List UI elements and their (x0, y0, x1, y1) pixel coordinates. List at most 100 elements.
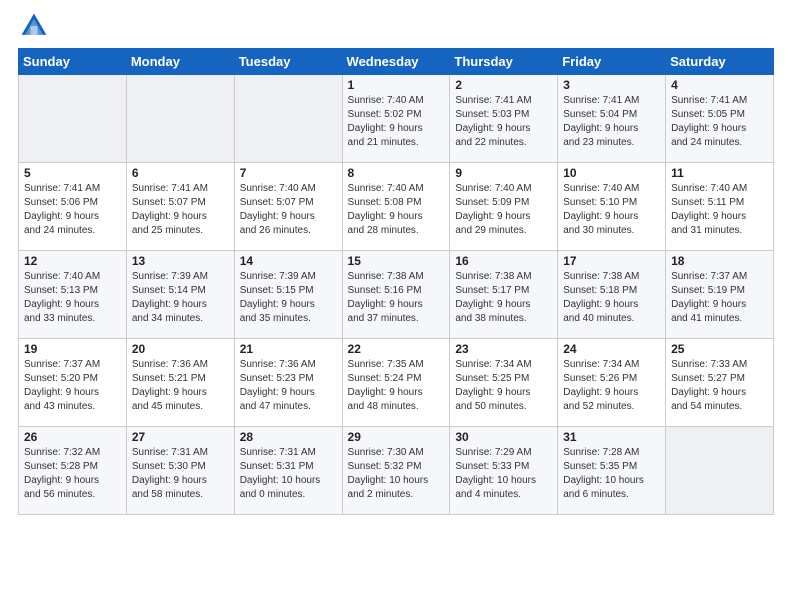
calendar-cell: 1Sunrise: 7:40 AM Sunset: 5:02 PM Daylig… (342, 75, 450, 163)
day-info: Sunrise: 7:39 AM Sunset: 5:14 PM Dayligh… (132, 270, 229, 326)
day-number: 13 (132, 254, 229, 268)
calendar-cell: 12 Sunrise: 7:40 AM Sunset: 5:13 PM Dayli… (19, 251, 127, 339)
weekday-header-wednesday: Wednesday (342, 49, 450, 75)
calendar-cell: 15 Sunrise: 7:38 AM Sunset: 5:16 PM Dayli… (342, 251, 450, 339)
calendar-table: SundayMondayTuesdayWednesdayThursdayFrid… (18, 48, 774, 515)
calendar-cell: 20 Sunrise: 7:36 AM Sunset: 5:21 PM Dayli… (126, 339, 234, 427)
day-number: 20 (132, 342, 229, 356)
day-info: Sunrise: 7:38 AM Sunset: 5:17 PM Dayligh… (455, 270, 552, 326)
weekday-header-tuesday: Tuesday (234, 49, 342, 75)
calendar-cell: 28 Sunrise: 7:31 AM Sunset: 5:31 PM Dayli… (234, 427, 342, 515)
day-number: 1 (348, 78, 445, 92)
calendar-cell: 2 Sunrise: 7:41 AM Sunset: 5:03 PM Daylig… (450, 75, 558, 163)
calendar-cell: 18 Sunrise: 7:37 AM Sunset: 5:19 PM Dayli… (666, 251, 774, 339)
day-info: Sunrise: 7:41 AM Sunset: 5:06 PM Dayligh… (24, 182, 121, 238)
calendar-cell (666, 427, 774, 515)
day-info: Sunrise: 7:41 AM Sunset: 5:07 PM Dayligh… (132, 182, 229, 238)
calendar-cell: 31Sunrise: 7:28 AM Sunset: 5:35 PM Dayli… (558, 427, 666, 515)
day-number: 18 (671, 254, 768, 268)
day-number: 3 (563, 78, 660, 92)
calendar-cell: 21 Sunrise: 7:36 AM Sunset: 5:23 PM Dayli… (234, 339, 342, 427)
day-number: 9 (455, 166, 552, 180)
day-info: Sunrise: 7:38 AM Sunset: 5:18 PM Dayligh… (563, 270, 660, 326)
day-number: 2 (455, 78, 552, 92)
weekday-header-saturday: Saturday (666, 49, 774, 75)
day-number: 6 (132, 166, 229, 180)
day-number: 25 (671, 342, 768, 356)
day-info: Sunrise: 7:29 AM Sunset: 5:33 PM Dayligh… (455, 446, 552, 502)
day-number: 7 (240, 166, 337, 180)
day-number: 26 (24, 430, 121, 444)
calendar-cell (234, 75, 342, 163)
day-info: Sunrise: 7:40 AM Sunset: 5:13 PM Dayligh… (24, 270, 121, 326)
calendar-cell: 27 Sunrise: 7:31 AM Sunset: 5:30 PM Dayli… (126, 427, 234, 515)
day-info: Sunrise: 7:39 AM Sunset: 5:15 PM Dayligh… (240, 270, 337, 326)
day-number: 30 (455, 430, 552, 444)
day-info: Sunrise: 7:35 AM Sunset: 5:24 PM Dayligh… (348, 358, 445, 414)
day-number: 19 (24, 342, 121, 356)
day-number: 21 (240, 342, 337, 356)
calendar-cell: 30 Sunrise: 7:29 AM Sunset: 5:33 PM Dayli… (450, 427, 558, 515)
calendar-week-1: 1Sunrise: 7:40 AM Sunset: 5:02 PM Daylig… (19, 75, 774, 163)
day-number: 12 (24, 254, 121, 268)
logo (18, 10, 54, 42)
calendar-cell: 11 Sunrise: 7:40 AM Sunset: 5:11 PM Dayli… (666, 163, 774, 251)
day-number: 14 (240, 254, 337, 268)
weekday-header-friday: Friday (558, 49, 666, 75)
calendar-cell: 23Sunrise: 7:34 AM Sunset: 5:25 PM Dayli… (450, 339, 558, 427)
day-number: 23 (455, 342, 552, 356)
calendar-cell: 17 Sunrise: 7:38 AM Sunset: 5:18 PM Dayli… (558, 251, 666, 339)
day-info: Sunrise: 7:41 AM Sunset: 5:04 PM Dayligh… (563, 94, 660, 150)
day-info: Sunrise: 7:37 AM Sunset: 5:20 PM Dayligh… (24, 358, 121, 414)
calendar-header: SundayMondayTuesdayWednesdayThursdayFrid… (19, 49, 774, 75)
calendar-cell: 6 Sunrise: 7:41 AM Sunset: 5:07 PM Daylig… (126, 163, 234, 251)
day-info: Sunrise: 7:40 AM Sunset: 5:11 PM Dayligh… (671, 182, 768, 238)
day-info: Sunrise: 7:34 AM Sunset: 5:26 PM Dayligh… (563, 358, 660, 414)
day-number: 17 (563, 254, 660, 268)
calendar-body: 1Sunrise: 7:40 AM Sunset: 5:02 PM Daylig… (19, 75, 774, 515)
calendar-cell (19, 75, 127, 163)
day-info: Sunrise: 7:41 AM Sunset: 5:03 PM Dayligh… (455, 94, 552, 150)
day-info: Sunrise: 7:36 AM Sunset: 5:23 PM Dayligh… (240, 358, 337, 414)
day-number: 11 (671, 166, 768, 180)
day-number: 28 (240, 430, 337, 444)
day-info: Sunrise: 7:40 AM Sunset: 5:08 PM Dayligh… (348, 182, 445, 238)
calendar-cell: 16Sunrise: 7:38 AM Sunset: 5:17 PM Dayli… (450, 251, 558, 339)
day-number: 27 (132, 430, 229, 444)
weekday-header-sunday: Sunday (19, 49, 127, 75)
calendar-cell (126, 75, 234, 163)
day-info: Sunrise: 7:32 AM Sunset: 5:28 PM Dayligh… (24, 446, 121, 502)
calendar-cell: 7 Sunrise: 7:40 AM Sunset: 5:07 PM Daylig… (234, 163, 342, 251)
day-info: Sunrise: 7:40 AM Sunset: 5:07 PM Dayligh… (240, 182, 337, 238)
day-info: Sunrise: 7:40 AM Sunset: 5:10 PM Dayligh… (563, 182, 660, 238)
day-info: Sunrise: 7:31 AM Sunset: 5:31 PM Dayligh… (240, 446, 337, 502)
weekday-header-thursday: Thursday (450, 49, 558, 75)
calendar-cell: 9Sunrise: 7:40 AM Sunset: 5:09 PM Daylig… (450, 163, 558, 251)
page: SundayMondayTuesdayWednesdayThursdayFrid… (0, 0, 792, 525)
header (18, 10, 774, 42)
weekday-row: SundayMondayTuesdayWednesdayThursdayFrid… (19, 49, 774, 75)
day-number: 4 (671, 78, 768, 92)
day-number: 22 (348, 342, 445, 356)
day-info: Sunrise: 7:37 AM Sunset: 5:19 PM Dayligh… (671, 270, 768, 326)
day-number: 8 (348, 166, 445, 180)
logo-icon (18, 10, 50, 42)
day-info: Sunrise: 7:31 AM Sunset: 5:30 PM Dayligh… (132, 446, 229, 502)
day-number: 29 (348, 430, 445, 444)
day-number: 5 (24, 166, 121, 180)
calendar-cell: 29 Sunrise: 7:30 AM Sunset: 5:32 PM Dayli… (342, 427, 450, 515)
calendar-cell: 4 Sunrise: 7:41 AM Sunset: 5:05 PM Daylig… (666, 75, 774, 163)
day-info: Sunrise: 7:33 AM Sunset: 5:27 PM Dayligh… (671, 358, 768, 414)
calendar-week-2: 5 Sunrise: 7:41 AM Sunset: 5:06 PM Daylig… (19, 163, 774, 251)
calendar-cell: 26 Sunrise: 7:32 AM Sunset: 5:28 PM Dayli… (19, 427, 127, 515)
weekday-header-monday: Monday (126, 49, 234, 75)
day-info: Sunrise: 7:38 AM Sunset: 5:16 PM Dayligh… (348, 270, 445, 326)
day-number: 15 (348, 254, 445, 268)
calendar-cell: 13 Sunrise: 7:39 AM Sunset: 5:14 PM Dayli… (126, 251, 234, 339)
day-info: Sunrise: 7:41 AM Sunset: 5:05 PM Dayligh… (671, 94, 768, 150)
calendar-cell: 10Sunrise: 7:40 AM Sunset: 5:10 PM Dayli… (558, 163, 666, 251)
day-info: Sunrise: 7:36 AM Sunset: 5:21 PM Dayligh… (132, 358, 229, 414)
calendar-cell: 22 Sunrise: 7:35 AM Sunset: 5:24 PM Dayli… (342, 339, 450, 427)
day-info: Sunrise: 7:30 AM Sunset: 5:32 PM Dayligh… (348, 446, 445, 502)
calendar-cell: 5 Sunrise: 7:41 AM Sunset: 5:06 PM Daylig… (19, 163, 127, 251)
